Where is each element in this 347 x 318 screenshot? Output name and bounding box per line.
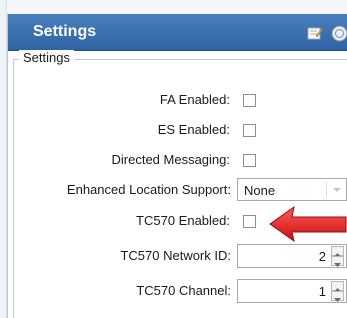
spinner-down-button[interactable] — [331, 256, 344, 267]
es-enabled-label: ES Enabled: — [157, 122, 230, 137]
spinner-down-button[interactable] — [331, 291, 344, 302]
enhanced-location-support-select[interactable]: None — [237, 178, 347, 201]
top-frame-strip — [7, 0, 347, 14]
spinner-up-button[interactable] — [331, 246, 344, 257]
edit-icon[interactable] — [307, 26, 323, 40]
tc570-enabled-checkbox[interactable] — [243, 215, 256, 228]
spinner-value: 1 — [318, 284, 326, 299]
enhanced-location-support-label: Enhanced Location Support: — [66, 182, 231, 197]
group-legend: Settings — [19, 50, 74, 65]
fa-enabled-checkbox[interactable] — [243, 94, 256, 107]
arrow-icon — [269, 205, 347, 243]
select-dropdown-button[interactable] — [326, 181, 346, 198]
chevron-down-icon — [334, 298, 341, 302]
tc570-enabled-label: TC570 Enabled: — [136, 213, 230, 228]
tc570-channel-label: TC570 Channel: — [136, 283, 231, 298]
round-icon[interactable] — [331, 25, 347, 42]
tc570-channel-spinner[interactable]: 1 — [237, 279, 347, 303]
spinner-value: 2 — [318, 249, 326, 264]
directed-messaging-checkbox[interactable] — [243, 154, 256, 167]
panel-title: Settings — [33, 23, 97, 40]
select-value: None — [244, 183, 276, 198]
chevron-down-icon — [333, 188, 341, 192]
directed-messaging-label: Directed Messaging: — [111, 152, 231, 167]
left-frame-strip — [0, 0, 7, 318]
spinner-up-button[interactable] — [331, 281, 344, 292]
panel-header: Settings — [8, 14, 347, 51]
tc570-network-id-spinner[interactable]: 2 — [237, 244, 347, 268]
tc570-network-id-label: TC570 Network ID: — [120, 248, 231, 263]
chevron-down-icon — [334, 263, 341, 267]
fa-enabled-label: FA Enabled: — [159, 92, 230, 107]
es-enabled-checkbox[interactable] — [243, 124, 256, 137]
